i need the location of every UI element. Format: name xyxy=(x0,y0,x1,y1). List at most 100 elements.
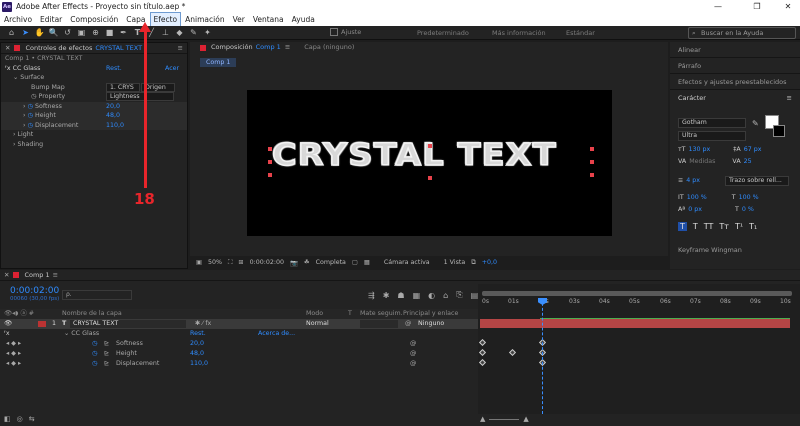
col-parent[interactable]: Principal y enlace xyxy=(403,309,458,319)
graph-icon[interactable]: ⊵ xyxy=(104,349,109,359)
workspace-standard[interactable]: Estándar xyxy=(566,29,595,37)
effect-row-ccglass[interactable]: ᶠx CC Glass Rest. Acer xyxy=(1,64,187,74)
draft-3d-icon[interactable]: ✱ xyxy=(383,291,390,300)
crystal-text-layer[interactable]: CRYSTAL TEXT xyxy=(271,137,557,173)
puppet-pin-tool-icon[interactable]: ✦ xyxy=(202,27,213,38)
pickwhip-icon[interactable]: @ xyxy=(410,339,416,349)
menu-animacion[interactable]: Animación xyxy=(181,13,228,26)
hand-tool-icon[interactable]: ✋ xyxy=(34,27,45,38)
effect-controls-layer-tab[interactable]: CRYSTAL TEXT xyxy=(95,43,142,54)
layer-duration-bar[interactable] xyxy=(480,319,790,328)
faux-italic-button[interactable]: T xyxy=(693,222,698,231)
layer-handle[interactable] xyxy=(268,173,272,177)
roto-brush-tool-icon[interactable]: ✎ xyxy=(188,27,199,38)
displacement-property-row[interactable]: ◂ ◆ ▸ ◷ ⊵ Displacement 110,0 @ xyxy=(0,359,480,369)
effect-reset-link[interactable]: Rest. xyxy=(106,64,122,74)
align-panel-header[interactable]: Alinear xyxy=(670,42,800,58)
zoom-tool-icon[interactable]: 🔍 xyxy=(48,27,59,38)
lock-icon[interactable] xyxy=(14,45,21,51)
timeline-track-area[interactable]: 0s 01s 02s 03s 04s 05s 06s 07s 08s 09s 1… xyxy=(478,284,800,414)
height-property-row[interactable]: ◂ ◆ ▸ ◷ ⊵ Height 48,0 @ xyxy=(0,349,480,359)
superscript-button[interactable]: T¹ xyxy=(735,222,743,231)
workspace-default[interactable]: Predeterminado xyxy=(417,29,469,37)
layer-handle[interactable] xyxy=(590,147,594,151)
kerning-value[interactable]: Medidas xyxy=(689,158,715,165)
col-matte[interactable]: Mate seguim. xyxy=(360,309,403,319)
effect-about-link[interactable]: Acer xyxy=(165,64,179,74)
tl-effect-about[interactable]: Acerca de... xyxy=(258,329,295,339)
label-color[interactable] xyxy=(38,321,46,327)
timeline-timecode[interactable]: 0:00:02:00 xyxy=(10,286,59,296)
property-select[interactable]: Lightness xyxy=(106,92,174,101)
tl-softness-value[interactable]: 20,0 xyxy=(190,339,204,349)
stroke-width-value[interactable]: 4 px xyxy=(686,177,700,184)
stopwatch-icon[interactable]: ◷ xyxy=(92,339,98,349)
faux-bold-button[interactable]: T xyxy=(678,222,687,231)
font-style-select[interactable]: Ultra xyxy=(678,131,746,141)
layer-handle[interactable] xyxy=(590,173,594,177)
tsume-value[interactable]: 0 % xyxy=(742,206,754,213)
layer-handle[interactable] xyxy=(268,160,272,164)
layer-viewer-tab[interactable]: Capa (ninguno) xyxy=(304,42,354,53)
rotate-tool-icon[interactable]: ↺ xyxy=(62,27,73,38)
stopwatch-icon[interactable]: ◷ xyxy=(28,103,34,110)
snap-checkbox[interactable] xyxy=(330,28,338,36)
rectangle-tool-icon[interactable]: ■ xyxy=(104,27,115,38)
menu-ayuda[interactable]: Ayuda xyxy=(288,13,319,26)
pen-tool-icon[interactable]: ✒ xyxy=(118,27,129,38)
eyedropper-icon[interactable]: ✎ xyxy=(752,119,759,128)
tl-effect-reset[interactable]: Rest. xyxy=(190,329,206,339)
stopwatch-icon[interactable]: ◷ xyxy=(28,122,34,129)
frame-render-icon[interactable]: ◎ xyxy=(17,415,23,423)
softness-property-row[interactable]: ◂ ◆ ▸ ◷ ⊵ Softness 20,0 @ xyxy=(0,339,480,349)
panel-menu-icon[interactable]: ≡ xyxy=(285,42,290,53)
transparency-icon[interactable]: ▦ xyxy=(364,259,370,266)
render-time-icon[interactable]: ◧ xyxy=(4,415,11,423)
pickwhip-icon[interactable]: @ xyxy=(410,359,416,369)
font-size-value[interactable]: 130 px xyxy=(689,146,711,153)
motion-blur-icon[interactable]: ◐ xyxy=(428,291,435,300)
workspace-learn[interactable]: Más información xyxy=(492,29,546,37)
bump-map-layer-select[interactable]: 1. CRYS xyxy=(106,82,140,92)
menu-composicion[interactable]: Composición xyxy=(66,13,122,26)
stroke-color-swatch[interactable] xyxy=(773,125,785,137)
keyframe[interactable] xyxy=(478,348,487,357)
effects-presets-header[interactable]: Efectos y ajustes preestablecidos xyxy=(670,74,800,90)
effect-group-row[interactable]: ᶠx ⌄ CC Glass Rest. Acerca de... xyxy=(0,329,480,339)
graph-icon[interactable]: ⊵ xyxy=(104,359,109,369)
views-select[interactable]: 1 Vista xyxy=(444,259,466,266)
zoom-slider[interactable] xyxy=(489,418,520,420)
small-caps-button[interactable]: Tᴛ xyxy=(719,222,729,231)
layer-handle[interactable] xyxy=(590,160,594,164)
stopwatch-icon[interactable]: ◷ xyxy=(92,359,98,369)
zoom-out-icon[interactable]: ▲ xyxy=(480,415,485,423)
layer-name[interactable]: CRYSTAL TEXT xyxy=(70,320,186,328)
composition-comp-tab[interactable]: Comp 1 xyxy=(256,42,281,53)
maximize-button[interactable]: ❐ xyxy=(747,0,767,13)
toggle-icon[interactable]: ⧉ xyxy=(471,259,476,267)
time-ruler[interactable]: 0s 01s 02s 03s 04s 05s 06s 07s 08s 09s 1… xyxy=(478,298,800,310)
shy-layers-icon[interactable]: ☗ xyxy=(397,291,404,300)
all-caps-button[interactable]: TT xyxy=(704,222,714,231)
displacement-value[interactable]: 110,0 xyxy=(106,121,124,131)
panel-menu-icon[interactable]: ≡ xyxy=(787,90,792,106)
pickwhip-icon[interactable]: @ xyxy=(405,319,411,329)
col-layer-name[interactable]: Nombre de la capa xyxy=(62,309,122,319)
camera-select[interactable]: Cámara activa xyxy=(384,259,430,266)
vertical-scale-value[interactable]: 100 % xyxy=(687,194,707,201)
keyframe-icon[interactable]: ⎘ xyxy=(456,290,462,300)
toggle-switches-icon[interactable]: ⇆ xyxy=(29,415,35,423)
menu-ventana[interactable]: Ventana xyxy=(249,13,288,26)
keyframe[interactable] xyxy=(478,358,487,367)
col-mode[interactable]: Modo xyxy=(306,309,323,319)
stopwatch-icon[interactable]: ◷ xyxy=(28,112,34,119)
close-button[interactable]: ✕ xyxy=(778,0,798,13)
visibility-icon[interactable]: 👁 xyxy=(4,319,12,329)
home-icon[interactable]: ⌂ xyxy=(6,27,17,38)
fit-icon[interactable]: ⛶ xyxy=(228,259,232,267)
help-search-input[interactable]: ⌕ Buscar en la Ayuda xyxy=(688,27,796,39)
layer-row[interactable]: 👁 1 T CRYSTAL TEXT ✱ ⁄ fx Normal @ Ningu… xyxy=(0,319,480,329)
height-value[interactable]: 48,0 xyxy=(106,111,120,121)
effect-controls-tab[interactable]: Controles de efectos xyxy=(25,43,92,54)
stopwatch-icon[interactable]: ◷ xyxy=(31,93,37,100)
